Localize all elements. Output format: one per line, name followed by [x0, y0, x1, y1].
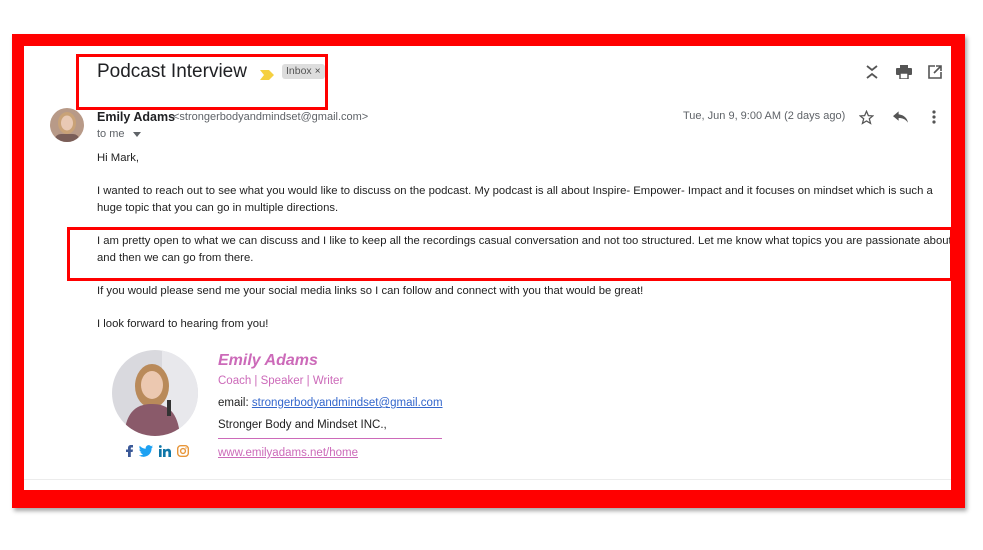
message-divider — [24, 479, 951, 480]
linkedin-icon[interactable] — [158, 444, 171, 462]
open-in-new-window-icon[interactable] — [926, 63, 944, 81]
facebook-icon[interactable] — [126, 444, 133, 462]
signature-email-row: email: strongerbodyandmindset@gmail.com — [218, 397, 443, 409]
twitter-icon[interactable] — [138, 444, 153, 462]
email-greeting: Hi Mark, — [97, 152, 140, 164]
signature-divider — [218, 438, 442, 439]
signature-website-link[interactable]: www.emilyadams.net/home — [218, 447, 358, 459]
subject-highlight-box — [76, 54, 328, 110]
signature-email-link[interactable]: strongerbodyandmindset@gmail.com — [252, 397, 443, 409]
email-paragraph-3: If you would please send me your social … — [97, 285, 644, 297]
star-icon[interactable] — [857, 108, 875, 126]
chevron-down-icon[interactable] — [132, 128, 141, 140]
email-paragraph-1: I wanted to reach out to see what you wo… — [97, 185, 933, 214]
collapse-all-icon[interactable] — [863, 63, 881, 81]
signature-name: Emily Adams — [218, 352, 318, 369]
more-vert-icon[interactable] — [925, 108, 943, 126]
signature-photo — [112, 350, 198, 436]
social-links — [126, 444, 190, 462]
sender-name[interactable]: Emily Adams — [97, 110, 175, 124]
paragraph-highlight-box — [67, 227, 953, 281]
signature-email-label: email: — [218, 397, 252, 409]
instagram-icon[interactable] — [176, 444, 190, 462]
sender-email: <strongerbodyandmindset@gmail.com> — [173, 111, 369, 123]
email-date: Tue, Jun 9, 9:00 AM (2 days ago) — [683, 110, 846, 122]
reply-icon[interactable] — [891, 108, 909, 126]
sender-avatar[interactable] — [50, 108, 84, 142]
email-paragraph-4: I look forward to hearing from you! — [97, 318, 269, 330]
signature-company: Stronger Body and Mindset INC., — [218, 419, 387, 431]
signature-roles: Coach | Speaker | Writer — [218, 375, 344, 387]
recipients-label: to me — [97, 128, 125, 140]
recipients-dropdown[interactable]: to me — [97, 128, 141, 140]
print-icon[interactable] — [895, 63, 913, 81]
